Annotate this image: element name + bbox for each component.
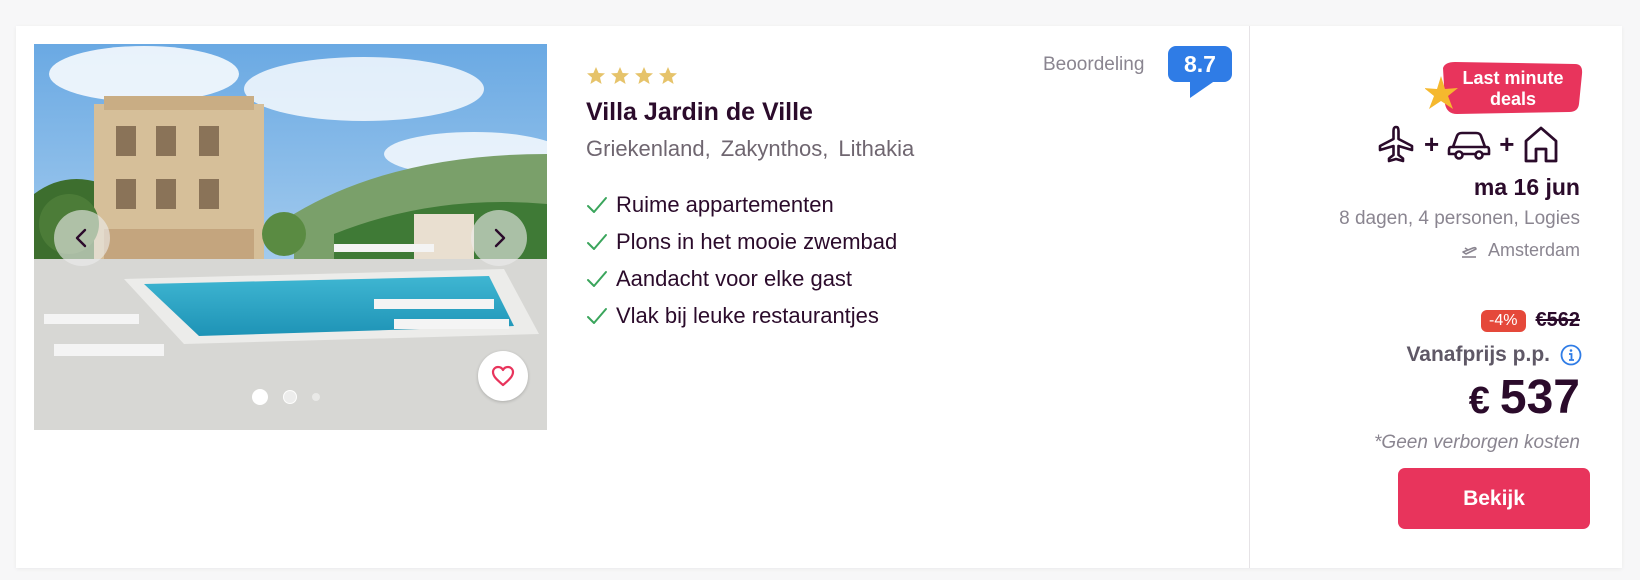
discount-badge: -4% xyxy=(1481,309,1526,332)
feature-text: Vlak bij leuke restaurantjes xyxy=(616,302,879,328)
chevron-right-icon xyxy=(494,228,506,248)
star-icon xyxy=(611,67,629,84)
next-photo-button[interactable] xyxy=(471,210,527,266)
price-amount: 537 xyxy=(1499,371,1580,424)
trip-details: 8 dagen, 4 personen, Logies xyxy=(1339,208,1580,229)
star-icon xyxy=(587,67,605,84)
info-icon[interactable] xyxy=(1560,344,1582,366)
location-town: Lithakia xyxy=(838,136,915,161)
price-note: *Geen verborgen kosten xyxy=(1374,432,1580,453)
last-minute-deals-label: Last minute deals xyxy=(1462,68,1564,109)
discount-row: -4% €562 xyxy=(1481,309,1580,332)
star-icon xyxy=(659,67,677,84)
plus-separator: + xyxy=(1499,128,1515,159)
price-label: Vanafprijs p.p. xyxy=(1406,343,1550,366)
gallery-dot-3[interactable] xyxy=(312,393,320,401)
check-icon xyxy=(586,306,616,326)
star-icon xyxy=(635,67,653,84)
hotel-name[interactable]: Villa Jardin de Ville xyxy=(586,98,813,127)
feature-text: Aandacht voor elke gast xyxy=(616,265,853,291)
house-icon xyxy=(1524,126,1558,163)
card-divider xyxy=(1249,26,1250,568)
feature-text: Ruime appartementen xyxy=(616,191,834,217)
feature-text: Plons in het mooie zwembad xyxy=(616,228,898,254)
feature-item: Vlak bij leuke restaurantjes xyxy=(586,297,897,334)
chevron-left-icon xyxy=(75,228,87,248)
gallery-dot-2[interactable] xyxy=(283,390,297,404)
departure-airport: Amsterdam xyxy=(1460,240,1580,261)
location-country: Griekenland, xyxy=(586,136,711,161)
gallery-pagination xyxy=(252,389,320,405)
original-price: €562 xyxy=(1535,309,1581,331)
photo-gallery[interactable] xyxy=(34,44,547,430)
favorite-button[interactable] xyxy=(478,351,528,401)
gallery-dot-1[interactable] xyxy=(252,389,268,405)
hotel-location: Griekenland, Zakynthos, Lithakia xyxy=(586,136,914,162)
view-deal-button[interactable]: Bekijk xyxy=(1398,468,1590,529)
previous-photo-button[interactable] xyxy=(54,210,110,266)
check-icon xyxy=(586,269,616,289)
departure-date: ma 16 jun xyxy=(1473,174,1580,200)
feature-item: Ruime appartementen xyxy=(586,186,897,223)
rating-label: Beoordeling xyxy=(1043,54,1145,75)
feature-item: Aandacht voor elke gast xyxy=(586,260,897,297)
plus-separator: + xyxy=(1424,128,1440,159)
location-island: Zakynthos, xyxy=(720,136,829,161)
check-icon xyxy=(586,195,616,215)
plane-departure-icon xyxy=(1461,246,1477,258)
feature-item: Plons in het mooie zwembad xyxy=(586,223,897,260)
car-icon xyxy=(1447,131,1491,160)
speech-bubble-tail-icon xyxy=(1190,80,1216,98)
check-icon xyxy=(586,232,616,252)
heart-icon xyxy=(491,365,515,387)
departure-city: Amsterdam xyxy=(1487,240,1580,260)
price: € 537 xyxy=(1469,370,1580,425)
price-label-row: Vanafprijs p.p. xyxy=(1406,343,1582,367)
rating-score-badge[interactable]: 8.7 xyxy=(1168,46,1232,82)
star-rating xyxy=(586,66,678,86)
feature-list: Ruime appartementen Plons in het mooie z… xyxy=(586,186,897,334)
package-composition: + + xyxy=(1376,124,1560,164)
price-currency: € xyxy=(1468,380,1490,422)
plane-icon xyxy=(1378,125,1414,163)
